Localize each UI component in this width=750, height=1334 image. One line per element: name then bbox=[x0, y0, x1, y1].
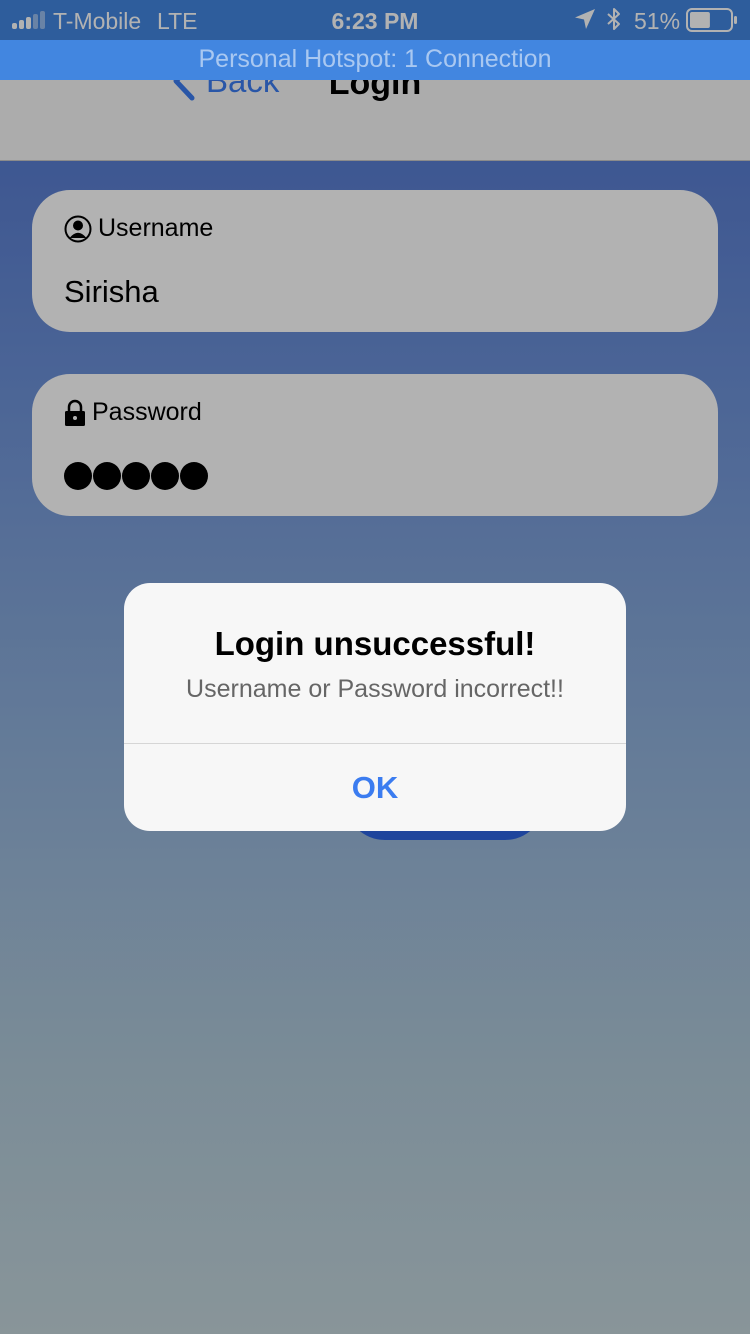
hotspot-banner[interactable]: Personal Hotspot: 1 Connection bbox=[0, 40, 750, 80]
login-screen: T-Mobile LTE 6:23 PM 51% Personal Hotspo… bbox=[0, 0, 750, 1334]
alert-title: Login unsuccessful! bbox=[214, 625, 536, 662]
ok-button[interactable]: OK bbox=[124, 744, 626, 831]
alert-dialog: Login unsuccessful! Username or Password… bbox=[124, 583, 626, 831]
alert-message: Username or Password incorrect!! bbox=[186, 675, 564, 703]
